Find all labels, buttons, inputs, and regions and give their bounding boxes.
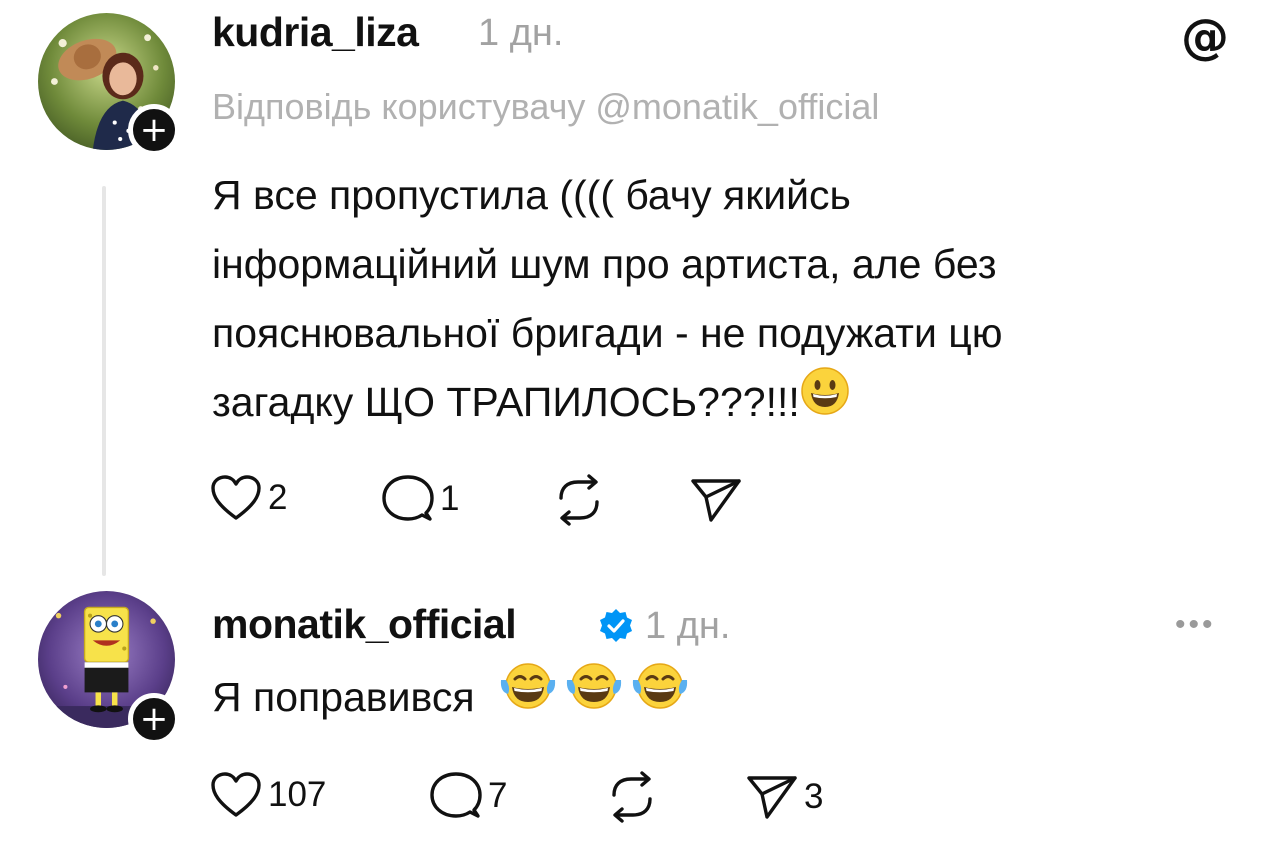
- threads-logo-icon[interactable]: @: [1180, 12, 1230, 62]
- reply-count: 7: [488, 776, 508, 815]
- follow-button[interactable]: +: [128, 693, 180, 745]
- comment-icon: [382, 475, 434, 521]
- username[interactable]: monatik_official: [212, 601, 517, 648]
- post-text-line: інформаційний шум про артиста, але без: [212, 241, 997, 287]
- thread-connector-line: [102, 186, 106, 576]
- repost-button[interactable]: [551, 474, 607, 526]
- post-time: 1 дн.: [478, 12, 564, 54]
- plus-icon: +: [139, 699, 169, 739]
- send-icon: [691, 479, 741, 522]
- like-button[interactable]: 2: [210, 474, 287, 522]
- share-button[interactable]: [690, 476, 742, 524]
- post-text: Я поправився: [212, 674, 475, 720]
- reply-button[interactable]: 7: [430, 771, 507, 821]
- heart-icon: [211, 772, 261, 817]
- share-button[interactable]: 3: [746, 773, 823, 821]
- reply-button[interactable]: 1: [382, 474, 459, 524]
- reply-count: 1: [440, 479, 460, 518]
- username[interactable]: kudria_liza: [212, 9, 419, 56]
- plus-icon: +: [139, 110, 169, 150]
- like-button[interactable]: 107: [210, 771, 326, 819]
- repost-icon: [559, 474, 599, 526]
- share-count: 3: [804, 777, 824, 816]
- post-time: 1 дн.: [645, 605, 731, 647]
- post-text-line: загадку ЩО ТРАПИЛОСЬ???!!!: [212, 379, 800, 425]
- like-count: 2: [268, 478, 288, 517]
- verified-badge-icon: [600, 609, 632, 642]
- post-text-line: пояснювальної бригади - не подужати цю: [212, 310, 1003, 356]
- post-text-line: Я все пропустила (((( бачу якийсь: [212, 172, 851, 218]
- face-with-tears-of-joy-emoji: [498, 660, 558, 733]
- grinning-face-emoji: [800, 366, 850, 437]
- comment-icon: [430, 772, 482, 818]
- more-icon[interactable]: •••: [1175, 608, 1216, 642]
- face-with-tears-of-joy-emoji: [564, 660, 624, 733]
- face-with-tears-of-joy-emoji: [630, 660, 690, 733]
- post-text-line-with-emoji: загадку ЩО ТРАПИЛОСЬ???!!!: [212, 366, 850, 441]
- repost-icon: [612, 771, 652, 823]
- heart-icon: [211, 475, 261, 520]
- send-icon: [747, 776, 797, 819]
- repost-button[interactable]: [604, 771, 660, 823]
- like-count: 107: [268, 775, 327, 814]
- follow-button[interactable]: +: [128, 104, 180, 156]
- post-text-line-with-emoji: Я поправився: [212, 660, 690, 737]
- reply-to-label[interactable]: Відповідь користувачу @monatik_official: [212, 86, 879, 128]
